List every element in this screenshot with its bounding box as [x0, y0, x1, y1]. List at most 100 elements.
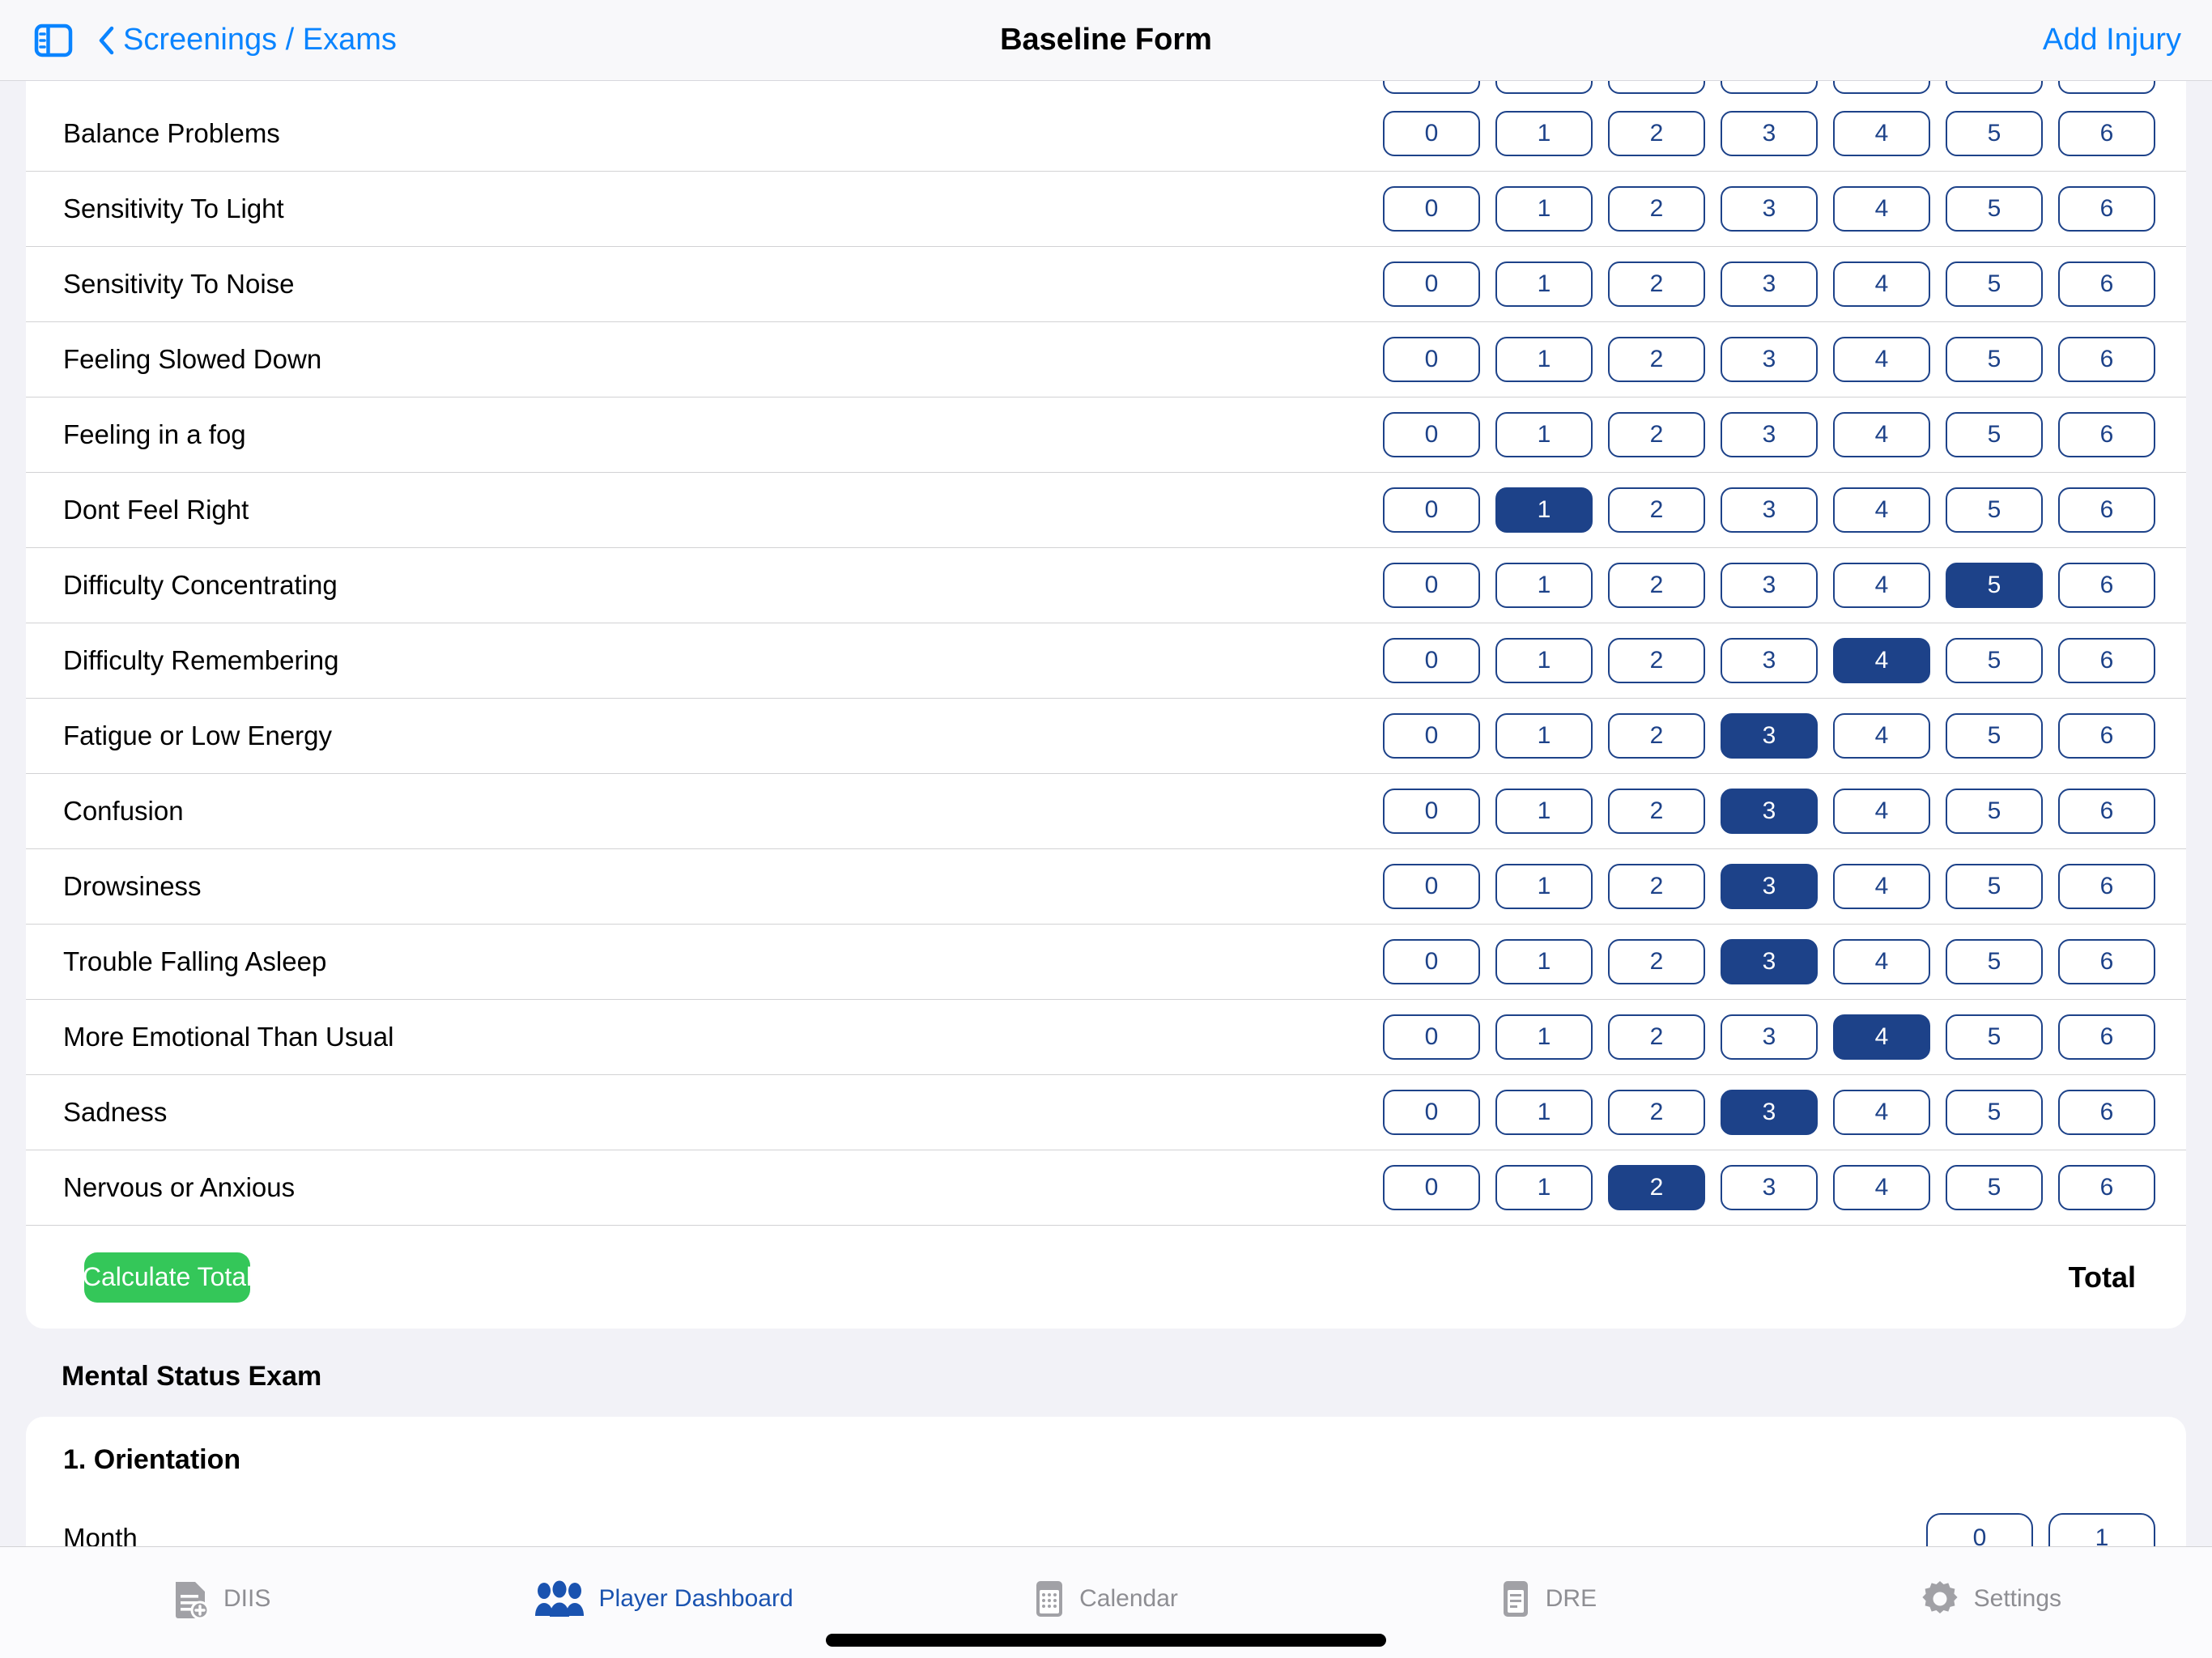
choice-chip-4[interactable]: 4 — [1833, 487, 1930, 533]
choice-chip-1[interactable]: 1 — [1495, 939, 1593, 984]
choice-chip-1[interactable]: 1 — [1495, 1090, 1593, 1135]
choice-chip-6[interactable]: 6 — [2058, 1014, 2155, 1060]
choice-chip-3[interactable]: 3 — [1721, 864, 1818, 909]
choice-chip-6[interactable]: 6 — [2058, 713, 2155, 759]
choice-chip-2[interactable]: 2 — [1608, 487, 1705, 533]
choice-chip-2[interactable]: 2 — [1608, 1090, 1705, 1135]
choice-chip-1[interactable]: 1 — [1495, 81, 1593, 94]
choice-chip-4[interactable]: 4 — [1833, 1090, 1930, 1135]
choice-chip-0[interactable]: 0 — [1926, 1512, 2033, 1546]
choice-chip-0[interactable]: 0 — [1383, 412, 1480, 457]
choice-chip-6[interactable]: 6 — [2058, 1090, 2155, 1135]
choice-chip-2[interactable]: 2 — [1608, 1014, 1705, 1060]
choice-chip-0[interactable]: 0 — [1383, 110, 1480, 156]
choice-chip-5[interactable]: 5 — [1946, 487, 2043, 533]
choice-chip-6[interactable]: 6 — [2058, 563, 2155, 608]
choice-chip-6[interactable]: 6 — [2058, 337, 2155, 382]
choice-chip-6[interactable]: 6 — [2058, 864, 2155, 909]
choice-chip-2[interactable]: 2 — [1608, 713, 1705, 759]
choice-chip-0[interactable]: 0 — [1383, 638, 1480, 683]
choice-chip-3[interactable]: 3 — [1721, 789, 1818, 834]
choice-chip-5[interactable]: 5 — [1946, 638, 2043, 683]
choice-chip-2[interactable]: 2 — [1608, 1165, 1705, 1210]
choice-chip-1[interactable]: 1 — [1495, 412, 1593, 457]
choice-chip-5[interactable]: 5 — [1946, 81, 2043, 94]
choice-chip-5[interactable]: 5 — [1946, 337, 2043, 382]
choice-chip-5[interactable]: 5 — [1946, 864, 2043, 909]
calculate-total-button[interactable]: Calculate Total — [83, 1252, 252, 1303]
choice-chip-5[interactable]: 5 — [1946, 713, 2043, 759]
choice-chip-3[interactable]: 3 — [1721, 337, 1818, 382]
choice-chip-2[interactable]: 2 — [1608, 638, 1705, 683]
tab-settings[interactable]: Settings — [1770, 1567, 2212, 1631]
choice-chip-3[interactable]: 3 — [1721, 1165, 1818, 1210]
choice-chip-6[interactable]: 6 — [2058, 186, 2155, 232]
choice-chip-0[interactable]: 0 — [1383, 337, 1480, 382]
choice-chip-0[interactable]: 0 — [1383, 487, 1480, 533]
choice-chip-3[interactable]: 3 — [1721, 638, 1818, 683]
choice-chip-6[interactable]: 6 — [2058, 638, 2155, 683]
choice-chip-4[interactable]: 4 — [1833, 1014, 1930, 1060]
choice-chip-4[interactable]: 4 — [1833, 337, 1930, 382]
choice-chip-0[interactable]: 0 — [1383, 1090, 1480, 1135]
choice-chip-5[interactable]: 5 — [1946, 261, 2043, 307]
choice-chip-6[interactable]: 6 — [2058, 789, 2155, 834]
choice-chip-1[interactable]: 1 — [1495, 261, 1593, 307]
choice-chip-6[interactable]: 6 — [2058, 939, 2155, 984]
choice-chip-4[interactable]: 4 — [1833, 563, 1930, 608]
choice-chip-5[interactable]: 5 — [1946, 1014, 2043, 1060]
choice-chip-2[interactable]: 2 — [1608, 110, 1705, 156]
choice-chip-0[interactable]: 0 — [1383, 261, 1480, 307]
choice-chip-6[interactable]: 6 — [2058, 412, 2155, 457]
choice-chip-3[interactable]: 3 — [1721, 563, 1818, 608]
back-to-screenings-exams-link[interactable]: Screenings / Exams — [97, 23, 397, 57]
choice-chip-2[interactable]: 2 — [1608, 186, 1705, 232]
choice-chip-1[interactable]: 1 — [2048, 1512, 2155, 1546]
choice-chip-1[interactable]: 1 — [1495, 864, 1593, 909]
choice-chip-4[interactable]: 4 — [1833, 186, 1930, 232]
choice-chip-4[interactable]: 4 — [1833, 110, 1930, 156]
choice-chip-3[interactable]: 3 — [1721, 1014, 1818, 1060]
choice-chip-6[interactable]: 6 — [2058, 110, 2155, 156]
choice-chip-3[interactable]: 3 — [1721, 939, 1818, 984]
choice-chip-0[interactable]: 0 — [1383, 864, 1480, 909]
choice-chip-4[interactable]: 4 — [1833, 261, 1930, 307]
choice-chip-2[interactable]: 2 — [1608, 864, 1705, 909]
choice-chip-1[interactable]: 1 — [1495, 110, 1593, 156]
choice-chip-2[interactable]: 2 — [1608, 563, 1705, 608]
tab-calendar[interactable]: Calendar — [885, 1567, 1327, 1631]
scroll-content[interactable]: 0123456 Balance Problems0123456Sensitivi… — [0, 81, 2212, 1546]
choice-chip-1[interactable]: 1 — [1495, 713, 1593, 759]
choice-chip-6[interactable]: 6 — [2058, 81, 2155, 94]
choice-chip-6[interactable]: 6 — [2058, 487, 2155, 533]
choice-chip-2[interactable]: 2 — [1608, 939, 1705, 984]
choice-chip-4[interactable]: 4 — [1833, 939, 1930, 984]
choice-chip-0[interactable]: 0 — [1383, 789, 1480, 834]
choice-chip-4[interactable]: 4 — [1833, 412, 1930, 457]
choice-chip-3[interactable]: 3 — [1721, 412, 1818, 457]
choice-chip-5[interactable]: 5 — [1946, 939, 2043, 984]
add-injury-button[interactable]: Add Injury — [2043, 23, 2181, 57]
choice-chip-4[interactable]: 4 — [1833, 864, 1930, 909]
choice-chip-3[interactable]: 3 — [1721, 81, 1818, 94]
choice-chip-3[interactable]: 3 — [1721, 261, 1818, 307]
choice-chip-3[interactable]: 3 — [1721, 110, 1818, 156]
choice-chip-5[interactable]: 5 — [1946, 412, 2043, 457]
choice-chip-1[interactable]: 1 — [1495, 789, 1593, 834]
choice-chip-5[interactable]: 5 — [1946, 1165, 2043, 1210]
choice-chip-0[interactable]: 0 — [1383, 563, 1480, 608]
choice-chip-3[interactable]: 3 — [1721, 1090, 1818, 1135]
choice-chip-5[interactable]: 5 — [1946, 789, 2043, 834]
tab-player-dashboard[interactable]: Player Dashboard — [442, 1567, 884, 1631]
choice-chip-5[interactable]: 5 — [1946, 1090, 2043, 1135]
choice-chip-4[interactable]: 4 — [1833, 638, 1930, 683]
choice-chip-1[interactable]: 1 — [1495, 1014, 1593, 1060]
choice-chip-2[interactable]: 2 — [1608, 81, 1705, 94]
choice-chip-0[interactable]: 0 — [1383, 186, 1480, 232]
choice-chip-4[interactable]: 4 — [1833, 789, 1930, 834]
choice-chip-1[interactable]: 1 — [1495, 638, 1593, 683]
choice-chip-4[interactable]: 4 — [1833, 713, 1930, 759]
choice-chip-0[interactable]: 0 — [1383, 1014, 1480, 1060]
choice-chip-0[interactable]: 0 — [1383, 939, 1480, 984]
choice-chip-2[interactable]: 2 — [1608, 412, 1705, 457]
